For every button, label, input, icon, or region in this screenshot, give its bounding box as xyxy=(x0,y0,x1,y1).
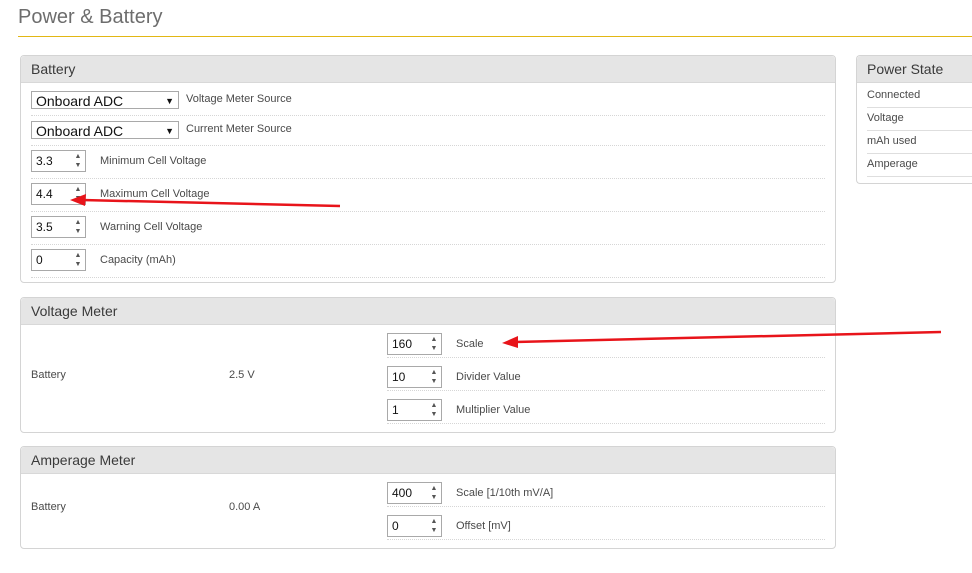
min-cell-label: Minimum Cell Voltage xyxy=(100,155,207,167)
spinner-arrows-icon[interactable]: ▲ ▼ xyxy=(427,516,441,537)
warn-cell-label: Warning Cell Voltage xyxy=(100,221,203,233)
max-cell-input[interactable]: 4.4 ▲ ▼ xyxy=(31,183,86,205)
max-cell-value: 4.4 xyxy=(36,187,53,201)
voltage-source-value: Onboard ADC xyxy=(36,93,124,109)
amperage-scale-label: Scale [1/10th mV/A] xyxy=(456,487,554,499)
warn-cell-row: 3.5 ▲ ▼ Warning Cell Voltage xyxy=(31,213,825,245)
spinner-arrows-icon[interactable]: ▲ ▼ xyxy=(427,367,441,388)
min-cell-input[interactable]: 3.3 ▲ ▼ xyxy=(31,150,86,172)
amperage-scale-value: 400 xyxy=(392,486,413,500)
voltage-source-label: Voltage Meter Source xyxy=(186,93,292,105)
capacity-input[interactable]: 0 ▲ ▼ xyxy=(31,249,86,271)
amperage-meter-reading: 0.00 A xyxy=(229,501,261,513)
power-state-voltage: Voltage xyxy=(867,107,972,131)
voltage-meter-name: Battery xyxy=(31,369,66,381)
voltage-scale-row: 160 ▲ ▼ Scale xyxy=(387,329,825,358)
spinner-arrows-icon[interactable]: ▲ ▼ xyxy=(71,184,85,205)
voltage-scale-input[interactable]: 160 ▲ ▼ xyxy=(387,333,442,355)
spinner-arrows-icon[interactable]: ▲ ▼ xyxy=(427,483,441,504)
current-source-value: Onboard ADC xyxy=(36,123,124,139)
spinner-arrows-icon[interactable]: ▲ ▼ xyxy=(71,217,85,238)
voltage-meter-title: Voltage Meter xyxy=(21,298,835,325)
voltage-source-select[interactable]: Onboard ADC ▼ xyxy=(31,91,179,109)
battery-panel: Battery Onboard ADC ▼ Voltage Meter Sour… xyxy=(20,55,836,283)
voltage-divider-row: 10 ▲ ▼ Divider Value xyxy=(387,362,825,391)
capacity-row: 0 ▲ ▼ Capacity (mAh) xyxy=(31,246,825,278)
min-cell-row: 3.3 ▲ ▼ Minimum Cell Voltage xyxy=(31,147,825,179)
voltage-meter-reading: 2.5 V xyxy=(229,369,255,381)
amperage-meter-panel: Amperage Meter Battery 0.00 A 400 ▲ ▼ Sca… xyxy=(20,446,836,549)
current-source-label: Current Meter Source xyxy=(186,123,292,135)
capacity-label: Capacity (mAh) xyxy=(100,254,176,266)
power-state-title: Power State xyxy=(857,56,972,83)
voltage-divider-label: Divider Value xyxy=(456,371,521,383)
warn-cell-value: 3.5 xyxy=(36,220,53,234)
voltage-scale-value: 160 xyxy=(392,337,413,351)
voltage-divider-value: 10 xyxy=(392,370,406,384)
current-source-select[interactable]: Onboard ADC ▼ xyxy=(31,121,179,139)
chevron-down-icon: ▼ xyxy=(165,96,174,106)
voltage-multiplier-input[interactable]: 1 ▲ ▼ xyxy=(387,399,442,421)
amperage-scale-row: 400 ▲ ▼ Scale [1/10th mV/A] xyxy=(387,478,825,507)
spinner-arrows-icon[interactable]: ▲ ▼ xyxy=(427,334,441,355)
title-divider xyxy=(18,36,972,37)
max-cell-label: Maximum Cell Voltage xyxy=(100,188,210,200)
power-state-connected: Connected xyxy=(867,84,972,108)
amperage-scale-input[interactable]: 400 ▲ ▼ xyxy=(387,482,442,504)
power-state-panel: Power State Connected Voltage mAh used A… xyxy=(856,55,972,184)
spinner-arrows-icon[interactable]: ▲ ▼ xyxy=(71,151,85,172)
amperage-offset-row: 0 ▲ ▼ Offset [mV] xyxy=(387,511,825,540)
power-state-mah: mAh used xyxy=(867,130,972,154)
voltage-multiplier-row: 1 ▲ ▼ Multiplier Value xyxy=(387,395,825,424)
max-cell-row: 4.4 ▲ ▼ Maximum Cell Voltage xyxy=(31,180,825,212)
voltage-source-row: Onboard ADC ▼ Voltage Meter Source xyxy=(31,89,825,116)
amperage-meter-title: Amperage Meter xyxy=(21,447,835,474)
spinner-arrows-icon[interactable]: ▲ ▼ xyxy=(427,400,441,421)
power-state-amperage: Amperage xyxy=(867,153,972,177)
spinner-arrows-icon[interactable]: ▲ ▼ xyxy=(71,250,85,271)
voltage-multiplier-value: 1 xyxy=(392,403,399,417)
current-source-row: Onboard ADC ▼ Current Meter Source xyxy=(31,119,825,146)
chevron-down-icon: ▼ xyxy=(165,126,174,136)
voltage-meter-panel: Voltage Meter Battery 2.5 V 160 ▲ ▼ Scale… xyxy=(20,297,836,433)
voltage-divider-input[interactable]: 10 ▲ ▼ xyxy=(387,366,442,388)
min-cell-value: 3.3 xyxy=(36,154,53,168)
amperage-meter-name: Battery xyxy=(31,501,66,513)
page-title: Power & Battery xyxy=(18,6,163,28)
warn-cell-input[interactable]: 3.5 ▲ ▼ xyxy=(31,216,86,238)
voltage-scale-label: Scale xyxy=(456,338,484,350)
amperage-offset-label: Offset [mV] xyxy=(456,520,511,532)
battery-panel-title: Battery xyxy=(21,56,835,83)
amperage-offset-input[interactable]: 0 ▲ ▼ xyxy=(387,515,442,537)
amperage-offset-value: 0 xyxy=(392,519,399,533)
voltage-multiplier-label: Multiplier Value xyxy=(456,404,531,416)
capacity-value: 0 xyxy=(36,253,43,267)
